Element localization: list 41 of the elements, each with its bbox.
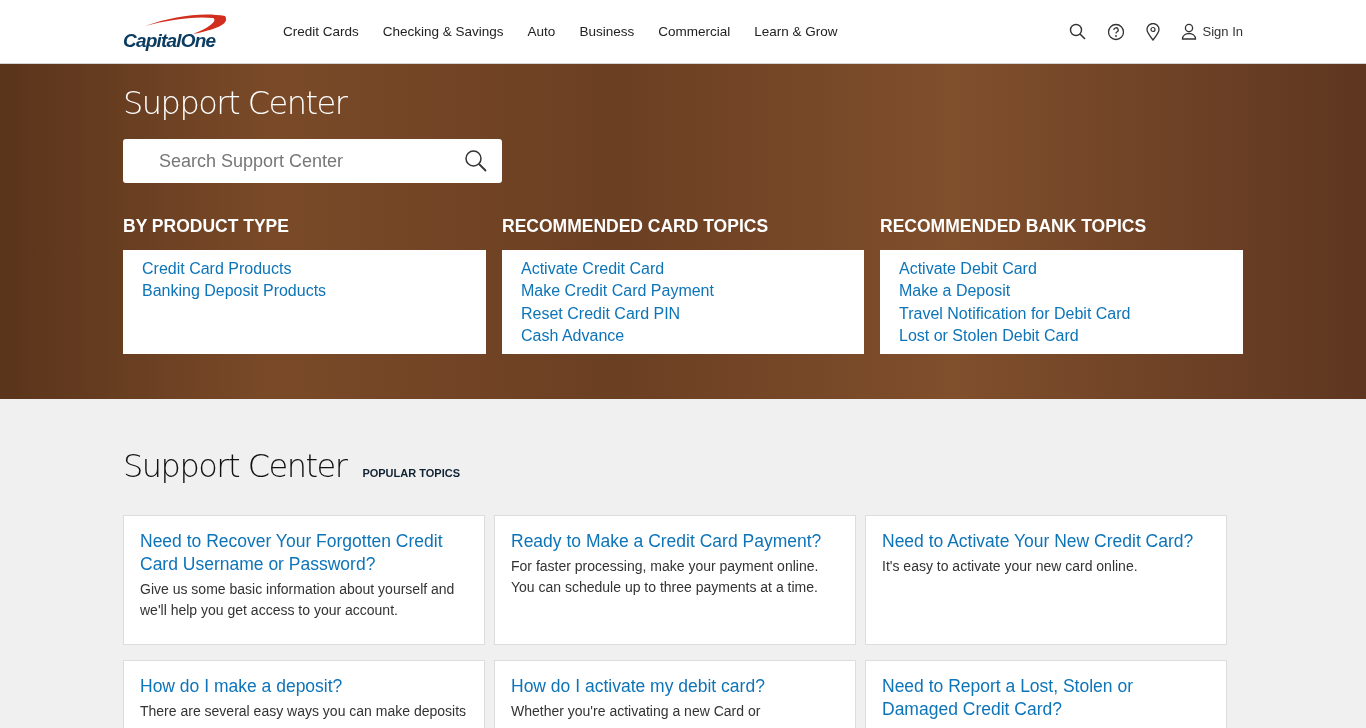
card-title-link[interactable]: Need to Activate Your New Credit Card?: [882, 530, 1210, 553]
nav-link[interactable]: Learn & Grow: [742, 24, 850, 39]
nav-link[interactable]: Checking & Savings: [370, 24, 516, 39]
help-icon[interactable]: [1106, 22, 1125, 41]
topic-link[interactable]: Reset Credit Card PIN: [521, 302, 681, 325]
topic-link[interactable]: Banking Deposit Products: [142, 280, 327, 303]
search-icon[interactable]: [1068, 22, 1087, 41]
page-title: Support Center: [123, 84, 348, 122]
card-description: For faster processing, make your payment online. You can schedule up to three payments at a time.: [511, 557, 820, 597]
card-title-link[interactable]: Need to Recover Your Forgotten Credit Card Username or Password?: [140, 530, 468, 576]
card-title-link[interactable]: Need to Report a Lost, Stolen or Damaged Credit Card?: [882, 675, 1210, 721]
topic-link[interactable]: Make a Deposit: [899, 280, 1011, 303]
nav-link[interactable]: Commercial: [646, 24, 743, 39]
topic-link[interactable]: Cash Advance: [521, 324, 625, 348]
card-title-link[interactable]: How do I activate my debit card?: [511, 675, 839, 698]
card-description: It's easy to activate your new card online.: [882, 557, 1139, 576]
sign-in-link[interactable]: Sign In: [1180, 23, 1243, 40]
location-pin-icon[interactable]: [1144, 22, 1161, 41]
card-description: Give us some basic information about yourself and we'll help you get access to your account.: [140, 580, 456, 620]
search-icon[interactable]: [464, 149, 488, 173]
topic-link[interactable]: Make Credit Card Payment: [521, 280, 714, 303]
card-title-link[interactable]: How do I make a deposit?: [140, 675, 468, 698]
topic-link[interactable]: Credit Card Products: [142, 258, 292, 281]
card-description: There are several easy ways you can make deposits: [140, 702, 468, 721]
topic-heading: RECOMMENDED CARD TOPICS: [502, 216, 770, 237]
logo[interactable]: CapitalOne: [123, 11, 233, 52]
nav-link[interactable]: Business: [567, 24, 647, 39]
nav-link[interactable]: Credit Cards: [271, 24, 371, 39]
topic-heading: RECOMMENDED BANK TOPICS: [880, 216, 1148, 237]
topic-link[interactable]: Travel Notification for Debit Card: [899, 302, 1131, 325]
search-field[interactable]: Search Support Center: [123, 139, 502, 183]
user-icon: [1180, 23, 1197, 40]
card-title-link[interactable]: Ready to Make a Credit Card Payment?: [511, 530, 839, 553]
topic-link[interactable]: Activate Debit Card: [899, 258, 1037, 281]
section-subtitle: POPULAR TOPICS: [362, 467, 460, 479]
nav-link[interactable]: Auto: [515, 24, 568, 39]
card-description: Whether you're activating a new Card or: [511, 702, 762, 721]
topic-link[interactable]: Activate Credit Card: [521, 258, 665, 281]
section-title: Support Center: [123, 447, 347, 485]
topic-link[interactable]: Lost or Stolen Debit Card: [899, 324, 1079, 348]
topic-heading: BY PRODUCT TYPE: [123, 216, 290, 237]
